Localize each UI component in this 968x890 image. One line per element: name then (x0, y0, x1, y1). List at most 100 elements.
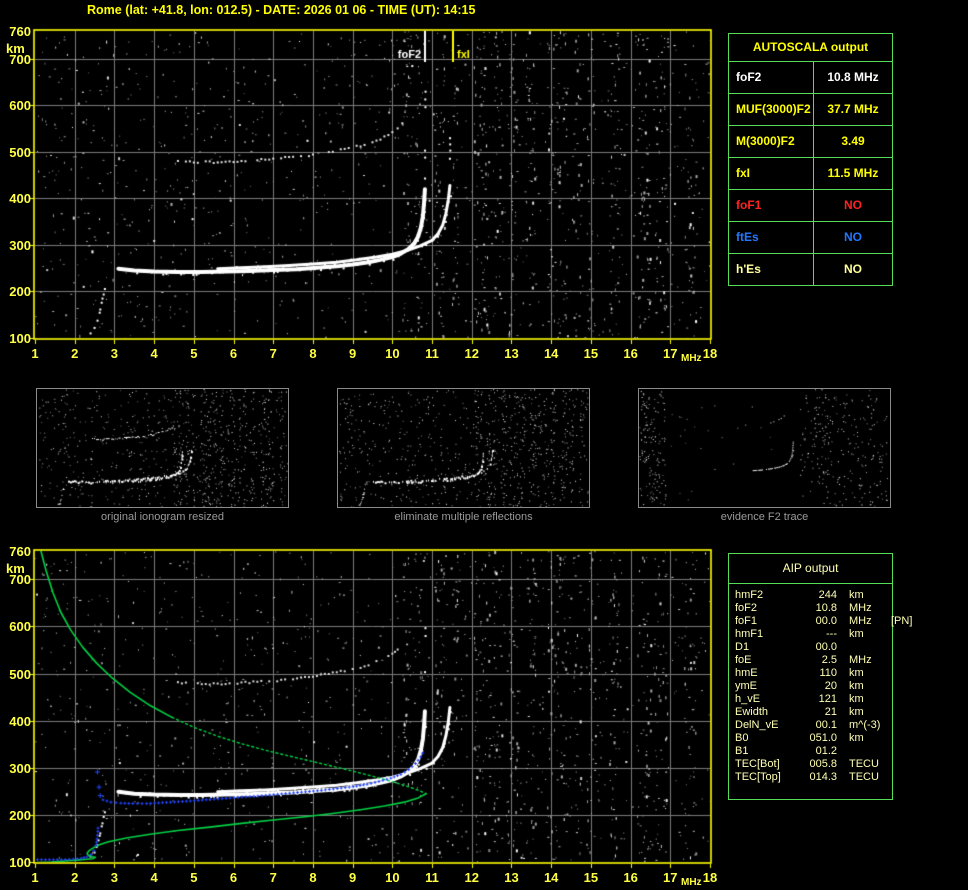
autoscala-param-value: NO (813, 222, 892, 253)
x-tick-label: 6 (229, 870, 238, 885)
autoscala-row: foF2 10.8 MHz (729, 61, 892, 93)
x-axis-unit-label: MHz (681, 353, 702, 364)
x-tick-label: 1 (31, 346, 39, 361)
aip-param-label: foF1 (735, 615, 758, 627)
x-tick-label: 2 (71, 346, 79, 361)
aip-param-note (889, 706, 892, 719)
aip-param-note (889, 732, 892, 745)
aip-row: ymE 20 km (735, 680, 892, 693)
x-tick-label: 17 (663, 346, 678, 361)
aip-param-unit: m^(-3) (849, 719, 881, 731)
x-tick-label: 6 (229, 346, 238, 361)
y-tick-label: 200 (9, 284, 31, 300)
aip-row: foF2 10.8 MHz (735, 602, 892, 615)
x-tick-label: 2 (71, 870, 79, 885)
x-tick-label: 7 (269, 346, 277, 361)
aip-param-note (889, 758, 892, 771)
x-tick-label: 8 (309, 870, 317, 885)
x-tick-label: 10 (385, 346, 400, 361)
autoscala-row: foF1 NO (729, 189, 892, 221)
aip-param-label: B0 (735, 732, 749, 744)
autoscala-output-table: AUTOSCALA output foF2 10.8 MHz MUF(3000)F2… (728, 33, 893, 286)
aip-param-label: h_vE (735, 693, 761, 705)
y-tick-label: 400 (9, 191, 31, 207)
aip-param-value: 051.0 (809, 732, 837, 744)
aip-row: D1 00.0 (735, 641, 892, 654)
aip-param-unit: MHz (849, 615, 872, 627)
aip-row: hmE 110 km (735, 667, 892, 680)
aip-row: h_vE 121 km (735, 693, 892, 706)
autoscala-param-value: 3.49 (813, 126, 892, 157)
x-tick-label: 12 (464, 346, 479, 361)
aip-param-value: 00.0 (815, 615, 837, 627)
x-tick-label: 15 (583, 346, 599, 361)
aip-param-unit: TECU (849, 758, 879, 770)
autoscala-row: h'Es NO (729, 253, 892, 285)
aip-param-note (889, 719, 892, 732)
x-tick-label: 14 (543, 870, 559, 885)
thumbnail-evidence-F2-trace (638, 388, 891, 508)
aip-row: Ewidth 21 km (735, 706, 892, 719)
x-tick-label: 15 (583, 870, 599, 885)
autoscala-param-value: 37.7 MHz (813, 94, 892, 125)
y-tick-label: 400 (9, 713, 31, 729)
autoscala-param-value: NO (813, 254, 892, 285)
aip-param-label: TEC[Top] (735, 771, 781, 783)
y-tick-label: 500 (9, 144, 31, 160)
x-tick-label: 18 (702, 870, 718, 885)
thumbnail-caption: evidence F2 trace (720, 511, 809, 523)
x-tick-label: 18 (702, 346, 718, 361)
autoscala-param-value: 10.8 MHz (813, 62, 892, 93)
autoscala-row: ftEs NO (729, 221, 892, 253)
aip-param-value: --- (826, 628, 837, 640)
aip-param-label: TEC[Bot] (735, 758, 780, 770)
aip-row: hmF1 --- km (735, 628, 892, 641)
autoscala-row: M(3000)F2 3.49 (729, 125, 892, 157)
aip-param-unit: TECU (849, 771, 879, 783)
aip-param-value: 121 (818, 693, 837, 705)
x-tick-label: 8 (309, 346, 317, 361)
x-tick-label: 5 (190, 870, 198, 885)
aip-param-label: foE (735, 654, 752, 666)
aip-param-note (889, 654, 892, 667)
aip-param-note (889, 641, 892, 654)
y-axis-unit-label: km (6, 41, 25, 56)
aip-param-value: 110 (819, 667, 837, 679)
aip-param-value: 01.2 (815, 745, 837, 757)
y-tick-label: 300 (9, 237, 31, 253)
y-tick-label: 500 (9, 666, 31, 682)
aip-param-unit: km (849, 667, 864, 679)
aip-param-unit: km (849, 680, 864, 692)
thumbnail-original-ionogram-resized (36, 388, 289, 508)
x-tick-label: 13 (504, 346, 519, 361)
x-tick-label: 5 (190, 346, 198, 361)
aip-param-note (889, 628, 892, 641)
aip-param-note (889, 693, 892, 706)
aip-param-value: 014.3 (809, 771, 837, 783)
x-axis-unit-label: MHz (681, 877, 702, 888)
aip-param-unit (839, 745, 889, 758)
aip-param-label: ymE (735, 680, 757, 692)
x-tick-label: 12 (464, 870, 479, 885)
aip-param-label: DelN_vE (735, 719, 779, 731)
aip-param-note (889, 771, 892, 784)
autoscala-param-label: M(3000)F2 (736, 134, 795, 148)
aip-param-value: 005.8 (809, 758, 837, 770)
autoscala-param-label: ftEs (736, 230, 759, 244)
aip-row: B1 01.2 (735, 745, 892, 758)
aip-row: DelN_vE 00.1 m^(-3) (735, 719, 892, 732)
aip-param-unit: km (849, 628, 864, 640)
y-tick-label: 200 (9, 807, 31, 823)
aip-param-label: hmF2 (735, 589, 764, 601)
x-tick-label: 3 (110, 870, 119, 885)
autoscala-row: MUF(3000)F2 37.7 MHz (729, 93, 892, 125)
x-tick-label: 14 (543, 346, 559, 361)
x-tick-label: 4 (150, 870, 158, 885)
aip-row: hmF2 244 km (735, 589, 892, 602)
bottom-ionogram-canvas (29, 545, 717, 875)
aip-table-header: AIP output (729, 554, 892, 584)
x-tick-label: 16 (623, 870, 638, 885)
x-tick-label: 10 (385, 870, 400, 885)
aip-param-unit: km (849, 589, 864, 601)
x-tick-label: 16 (623, 346, 638, 361)
